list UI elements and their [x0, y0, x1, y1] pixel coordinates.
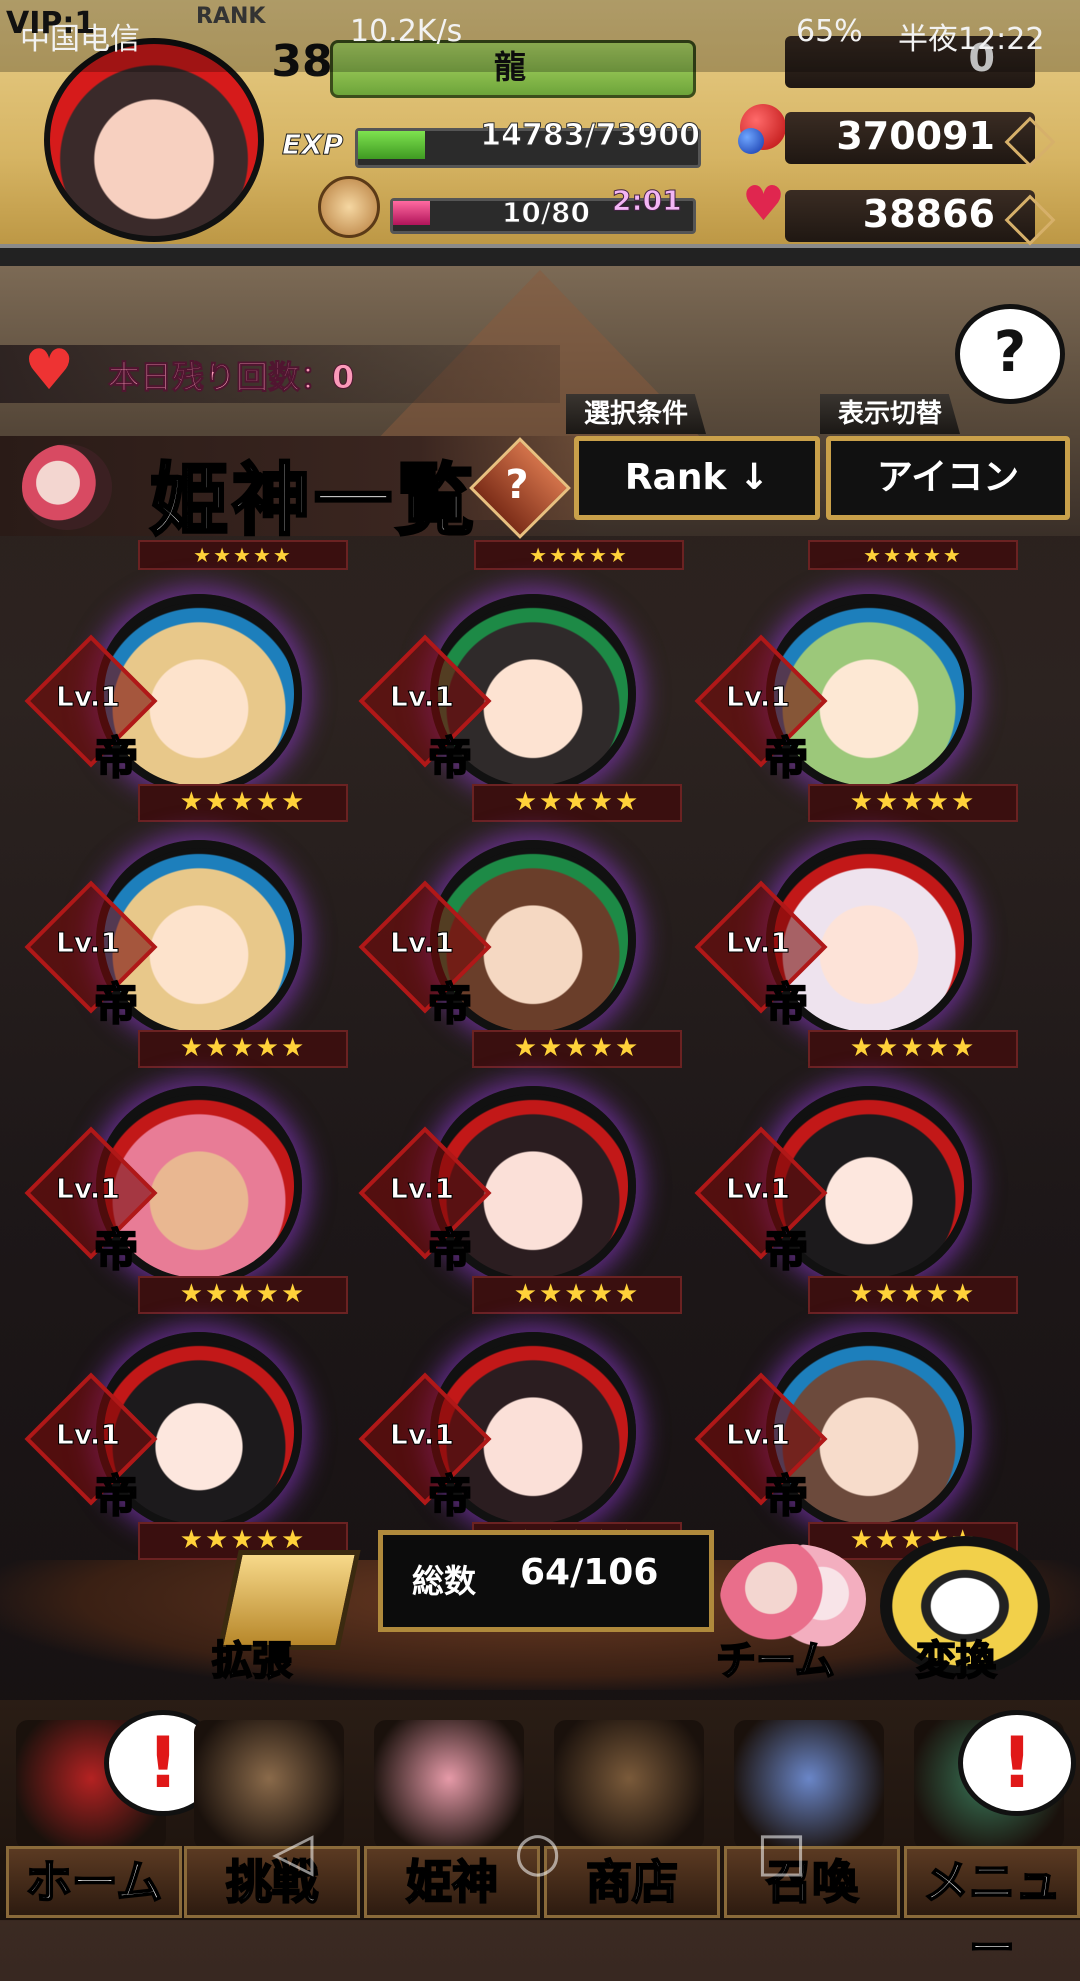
card-rank: 帝 — [93, 1224, 139, 1277]
card-level: Lv.1 — [390, 1172, 455, 1206]
hime-card[interactable]: Lv.1 帝★★★★★ — [358, 840, 682, 1068]
total-label: 総数 — [412, 1562, 477, 1600]
hime-card[interactable]: Lv.1 帝★★★★★ — [24, 840, 348, 1068]
card-rank: 帝 — [93, 1470, 139, 1523]
card-rank: 帝 — [427, 732, 473, 785]
nav-icon-2[interactable] — [374, 1720, 524, 1850]
hime-card[interactable]: Lv.1帝★★★★★ — [24, 1332, 348, 1560]
gem-count: 370091 — [836, 114, 995, 158]
card-level: Lv.1 — [390, 1418, 455, 1452]
vip-level: VIP:1 — [6, 6, 96, 41]
card-level: Lv.1 — [56, 926, 121, 960]
card-stars: ★★★★★ — [808, 1276, 1018, 1314]
card-rank: 帝 — [763, 978, 809, 1031]
card-stars: ★★★★★ — [472, 1276, 682, 1314]
card-rank: 帝 — [763, 1224, 809, 1277]
remaining-count: 本日残り回数：0 — [107, 358, 355, 397]
card-rank: 帝 — [763, 732, 809, 785]
card-rank: 帝 — [93, 978, 139, 1031]
hime-card[interactable]: Lv.1 帝★★★★★ — [694, 840, 1018, 1068]
partial-card-stars: ★★★★★ — [808, 540, 1018, 570]
card-level: Lv.1 — [56, 680, 121, 714]
team-button-label[interactable]: チーム — [715, 1628, 836, 1686]
hime-card[interactable]: Lv.1 帝★★★★★ — [24, 1086, 348, 1314]
clock: 半夜12:22 — [898, 22, 1045, 57]
heart-wing-icon: ♥ — [742, 176, 786, 232]
hime-card[interactable]: Lv.1 帝★★★★★ — [358, 1086, 682, 1314]
card-level: Lv.1 — [726, 926, 791, 960]
partial-card-stars: ★★★★★ — [138, 540, 348, 570]
sort-rank-button[interactable]: Rank ↓ — [574, 436, 820, 520]
hime-card[interactable]: Lv.1帝★★★★★ — [694, 1332, 1018, 1560]
back-icon[interactable]: ◁ — [272, 1820, 314, 1883]
card-stars: ★★★★★ — [808, 784, 1018, 822]
nav-item-label[interactable]: 召喚 — [724, 1846, 900, 1918]
nav-item-label[interactable]: ホーム — [6, 1846, 182, 1918]
card-stars: ★★★★★ — [472, 1030, 682, 1068]
card-level: Lv.1 — [56, 1418, 121, 1452]
nav-icon-1[interactable] — [194, 1720, 344, 1850]
recents-icon[interactable]: □ — [756, 1820, 807, 1883]
card-level: Lv.1 — [56, 1172, 121, 1206]
exp-bar-fill — [358, 131, 425, 159]
rank-tag: RANK — [196, 4, 266, 29]
card-stars: ★★★★★ — [138, 1030, 348, 1068]
card-level: Lv.1 — [726, 1418, 791, 1452]
card-rank: 帝 — [427, 978, 473, 1031]
expand-button-label[interactable]: 拡張 — [211, 1628, 293, 1686]
card-level: Lv.1 — [390, 680, 455, 714]
convert-button-label[interactable]: 変換 — [915, 1628, 997, 1686]
battery-percent: 65% — [796, 14, 863, 49]
card-rank: 帝 — [763, 1470, 809, 1523]
network-speed: 10.2K/s — [350, 14, 463, 49]
exp-label: EXP — [281, 128, 344, 162]
card-stars: ★★★★★ — [472, 784, 682, 822]
exp-value: 14783/73900 — [480, 118, 701, 154]
card-level: Lv.1 — [726, 680, 791, 714]
nav-item-label[interactable]: 商店 — [544, 1846, 720, 1918]
display-toggle-label: 表示切替 — [820, 394, 961, 434]
display-icon-button[interactable]: アイコン — [826, 436, 1070, 520]
page-title: 姫神一覧 — [148, 454, 479, 548]
select-condition-label: 選択条件 — [566, 394, 707, 434]
card-stars: ★★★★★ — [138, 1276, 348, 1314]
hime-card[interactable]: Lv.1 帝★★★★★ — [694, 1086, 1018, 1314]
hime-card[interactable]: Lv.1帝★★★★★ — [358, 1332, 682, 1560]
hime-card[interactable]: Lv.1 帝★★★★★ — [358, 594, 682, 822]
partial-card-stars: ★★★★★ — [474, 540, 684, 570]
total-value: 64/106 — [520, 1552, 659, 1593]
question-icon[interactable]: ? — [484, 452, 550, 518]
system-status-bar: 中国电信 10.2K/s 65% 半夜12:22 — [0, 0, 1080, 72]
stamina-value: 10/80 — [501, 196, 590, 230]
title-characters-icon — [22, 444, 112, 530]
card-level: Lv.1 — [726, 1172, 791, 1206]
stamina-timer: 2:01 — [612, 184, 683, 218]
card-stars: ★★★★★ — [138, 784, 348, 822]
card-rank: 帝 — [93, 732, 139, 785]
stamina-icon — [318, 176, 380, 238]
card-level: Lv.1 — [390, 926, 455, 960]
nav-item-label[interactable]: メニュー — [904, 1846, 1080, 1976]
heart-count: 38866 — [862, 192, 995, 236]
home-circle-icon[interactable]: ○ — [514, 1820, 561, 1883]
card-rank: 帝 — [427, 1224, 473, 1277]
gem-small-icon — [738, 128, 764, 154]
help-button[interactable]: ? — [955, 304, 1065, 404]
alert-icon: ! — [958, 1710, 1076, 1816]
heart-icon: ♥ — [24, 338, 75, 403]
nav-icon-3[interactable] — [554, 1720, 704, 1850]
hime-card[interactable]: Lv.1 帝★★★★★ — [694, 594, 1018, 822]
card-stars: ★★★★★ — [808, 1030, 1018, 1068]
hime-card[interactable]: Lv.1 帝★★★★★ — [24, 594, 348, 822]
card-rank: 帝 — [427, 1470, 473, 1523]
